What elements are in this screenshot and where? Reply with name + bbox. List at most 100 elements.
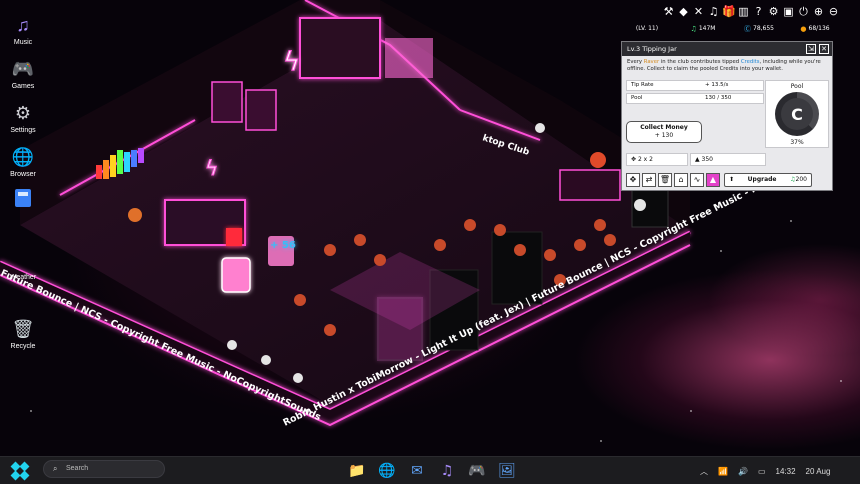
clock-time[interactable]: 14:32 [776,467,796,476]
music-note-icon: ♫ [16,14,30,35]
music-value: 147M [698,25,716,32]
gear-icon: ⚙ [14,102,32,123]
volume-icon[interactable]: 🔊 [738,467,748,476]
search-input[interactable]: ⌕ Search [43,460,165,478]
desktop-icon-settings[interactable]: ⚙ Settings [0,102,46,135]
raver-link: Raver [643,59,660,65]
file-explorer-icon[interactable]: 📁 [344,460,370,482]
chart-icon[interactable]: ▥ [737,5,750,19]
close-icon[interactable]: ✕ [819,44,829,54]
search-icon: ⌕ [53,464,58,473]
arcade-machine [211,81,243,123]
desktop-icon-label: Settings [10,127,36,134]
store-icon[interactable]: ⌂ [674,173,688,187]
question-icon[interactable]: ? [752,5,765,19]
move-icon[interactable]: ✥ [626,173,640,187]
dj-booth [559,169,621,201]
start-logo-icon [10,461,30,481]
shuffle-icon[interactable]: ✕ [692,5,705,19]
desc-text: in the club contributes tipped [659,59,741,65]
desktop-icon-music[interactable]: ♫ Music [0,14,46,47]
desktop-icon-label: Games [11,83,35,90]
globe-icon: 🌐 [11,146,35,167]
tip-rate-value: + 13.5/s [705,82,729,88]
photos-icon[interactable]: 🖼 [494,460,520,482]
upgrade-button[interactable]: ⬆ Upgrade ♫ 200 [724,173,812,187]
panel-header: Lv.3 Tipping Jar ⇲ ✕ [622,42,832,56]
chevron-up-icon[interactable]: ︿ [700,466,708,477]
red-robot [226,228,242,246]
wifi-icon[interactable]: 📶 [718,467,728,476]
desktop-icon-games[interactable]: 🎮 Games [0,58,46,91]
svg-text:ϟ: ϟ [283,47,300,77]
desktop-icon-calculator[interactable] [0,187,46,212]
music-note-icon: ♫ [690,24,697,33]
size-value: 2 x 2 [637,156,653,163]
cost-value: 350 [701,156,713,163]
collect-label: Collect Money [640,124,688,131]
swap-icon[interactable]: ⇄ [642,173,656,187]
desktop-icon-label: Browser [10,171,36,178]
desktop-icon-label: Music [13,39,33,46]
calculator-icon [12,187,34,209]
games-icon[interactable]: 🎮 [464,460,490,482]
desktop-icon-browser[interactable]: 🌐 Browser [0,146,46,179]
search-placeholder: Search [66,465,89,472]
save-icon[interactable]: ▣ [782,5,795,19]
upgrade-label: Upgrade [747,176,777,183]
desktop-icon-weather[interactable]: Weather [0,274,46,281]
taskbar-apps: 📁 🌐 ✉ ♫ 🎮 🖼 [344,460,520,482]
collect-amount: + 130 [654,132,674,139]
start-button[interactable] [8,460,32,482]
battery-icon[interactable]: ▭ [758,467,766,476]
credits-icon: Ⓒ [744,24,751,33]
power-icon[interactable]: ⏻ [797,5,810,19]
desktop-icon-label: Recycle [10,343,36,350]
zoom-in-icon[interactable]: ⊕ [812,5,825,19]
jar-icon[interactable]: ▲ [706,173,720,187]
cost-cell: ▲ 350 [690,153,766,166]
stats-rows: Tip Rate + 13.5/s Pool 130 / 350 [626,80,764,106]
tool-row: ✥ ⇄ 🗑 ⌂ ∿ ▲ ⬆ Upgrade ♫ 200 [626,172,830,188]
system-tray: ︿ 📶 🔊 ▭ 14:32 20 Aug [700,457,830,484]
diamond-icon[interactable]: ◆ [677,5,690,19]
pool-progress-box: Pool C 37% [765,80,829,148]
size-cost-row: ✥ 2 x 2 ▲ 350 [626,153,830,166]
pool-percent: 37% [790,139,804,146]
tip-rate-row: Tip Rate + 13.5/s [626,80,764,91]
tip-rate-label: Tip Rate [631,82,654,88]
panel-description: Every Raver in the club contributes tipp… [622,56,832,81]
browser-icon[interactable]: 🌐 [374,460,400,482]
settings-icon[interactable]: ⚙ [767,5,780,19]
raver-icon: ● [800,24,807,33]
clock-date[interactable]: 20 Aug [806,467,831,476]
pool-title: Pool [790,83,804,90]
tipping-jar-panel: Lv.3 Tipping Jar ⇲ ✕ Every Raver in the … [621,41,833,191]
zoom-out-icon[interactable]: ⊖ [827,5,840,19]
collect-money-button[interactable]: Collect Money + 130 [626,121,702,143]
pool-row: Pool 130 / 350 [626,93,764,104]
taskbar: ⌕ Search 📁 🌐 ✉ ♫ 🎮 🖼 ︿ 📶 🔊 ▭ 14:32 20 Au… [0,456,860,484]
hammer-wrench-icon[interactable]: ⚒ [662,5,675,19]
recycle-bin-icon: 🗑 [11,318,35,339]
capacity-value: 68/136 [808,25,830,32]
level-stat: (LV. 11) [619,25,675,32]
activity-icon[interactable]: ∿ [690,173,704,187]
desktop-icon-recycle[interactable]: 🗑 Recycle [0,318,46,351]
gift-icon[interactable]: 🎁 [722,5,736,19]
credits-icon: C [781,98,813,130]
music-icon[interactable]: ♫ [434,460,460,482]
trash-icon[interactable]: 🗑 [658,173,672,187]
music-icon[interactable]: ♫ [707,5,720,19]
capacity-stat: ● 68/136 [787,25,843,33]
pool-label: Pool [631,95,643,101]
mail-icon[interactable]: ✉ [404,460,430,482]
collapse-icon[interactable]: ⇲ [806,44,816,54]
credits-value: 78,655 [753,25,774,32]
pool-value: 130 / 350 [705,95,732,101]
desc-text: Every [627,59,644,65]
hud-toolbar: ⚒ ◆ ✕ ♫ 🎁 ▥ ? ⚙ ▣ ⏻ ⊕ ⊖ [662,5,840,19]
hud-stats-bar: (LV. 11) ♫ 147M Ⓒ 78,655 ● 68/136 [619,23,843,34]
size-cell: ✥ 2 x 2 [626,153,688,166]
upgrade-cost: 200 [795,176,807,183]
